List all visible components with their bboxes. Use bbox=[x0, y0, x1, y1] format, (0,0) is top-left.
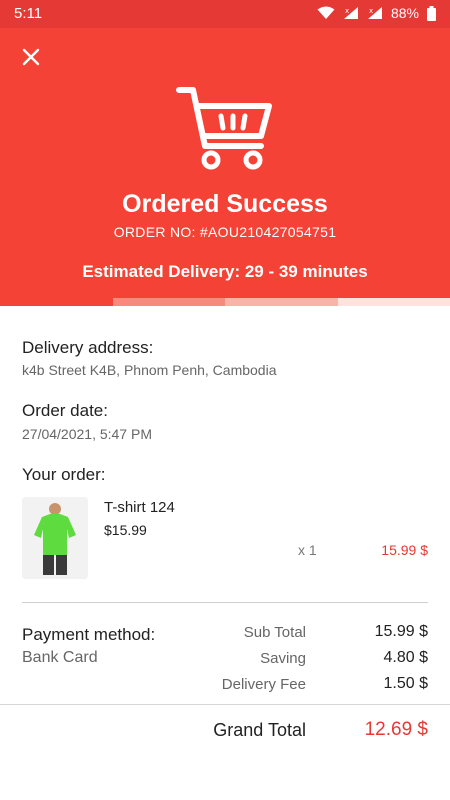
saving-label: Saving bbox=[260, 650, 306, 667]
divider bbox=[0, 704, 450, 705]
sub-total-value: 15.99 $ bbox=[374, 623, 428, 640]
delivery-progress-bar bbox=[0, 298, 450, 306]
delivery-fee-value: 1.50 $ bbox=[383, 675, 428, 692]
svg-text:x: x bbox=[345, 7, 349, 15]
your-order-label: Your order: bbox=[22, 465, 106, 484]
battery-percent: 88% bbox=[390, 5, 419, 21]
sub-total-label: Sub Total bbox=[243, 624, 306, 641]
page-title: Ordered Success bbox=[122, 190, 328, 218]
saving-value: 4.80 $ bbox=[383, 649, 428, 666]
close-button[interactable] bbox=[18, 44, 44, 70]
tshirt-image bbox=[22, 497, 88, 579]
delivery-address-label: Delivery address: bbox=[22, 338, 154, 357]
product-thumbnail[interactable] bbox=[22, 497, 88, 579]
status-icons: x x 88% bbox=[317, 5, 436, 21]
order-date-value: 27/04/2021, 5:47 PM bbox=[22, 426, 152, 442]
estimated-delivery: Estimated Delivery: 29 - 39 minutes bbox=[82, 262, 368, 281]
grand-total-label: Grand Total bbox=[213, 720, 306, 740]
order-date-label: Order date: bbox=[22, 401, 108, 420]
payment-method-value: Bank Card bbox=[22, 649, 98, 666]
delivery-fee-label: Delivery Fee bbox=[221, 676, 306, 693]
item-name: T-shirt 124 bbox=[104, 499, 175, 516]
order-number: ORDER NO: #AOU210427054751 bbox=[113, 224, 337, 240]
item-price: $15.99 bbox=[104, 522, 147, 538]
signal-icon: x bbox=[343, 6, 359, 20]
battery-icon bbox=[427, 5, 436, 21]
payment-method-label: Payment method: bbox=[22, 625, 156, 644]
progress-segment bbox=[0, 298, 113, 306]
progress-segment bbox=[337, 298, 450, 306]
status-time: 5:11 bbox=[14, 5, 43, 22]
shopping-cart-icon bbox=[175, 84, 275, 174]
delivery-address-value: k4b Street K4B, Phnom Penh, Cambodia bbox=[22, 362, 277, 378]
close-icon bbox=[22, 48, 40, 66]
wifi-icon bbox=[317, 6, 335, 20]
divider bbox=[22, 602, 428, 603]
item-total: 15.99 $ bbox=[381, 542, 428, 558]
progress-segment bbox=[112, 298, 225, 306]
svg-text:x: x bbox=[369, 7, 373, 15]
signal-icon: x bbox=[367, 6, 383, 20]
grand-total-value: 12.69 $ bbox=[364, 719, 428, 740]
order-success-header: Ordered Success ORDER NO: #AOU2104270547… bbox=[0, 28, 450, 298]
progress-segment bbox=[225, 298, 338, 306]
status-bar: 5:11 x x 88% bbox=[0, 0, 450, 28]
item-quantity: x 1 bbox=[298, 542, 317, 558]
